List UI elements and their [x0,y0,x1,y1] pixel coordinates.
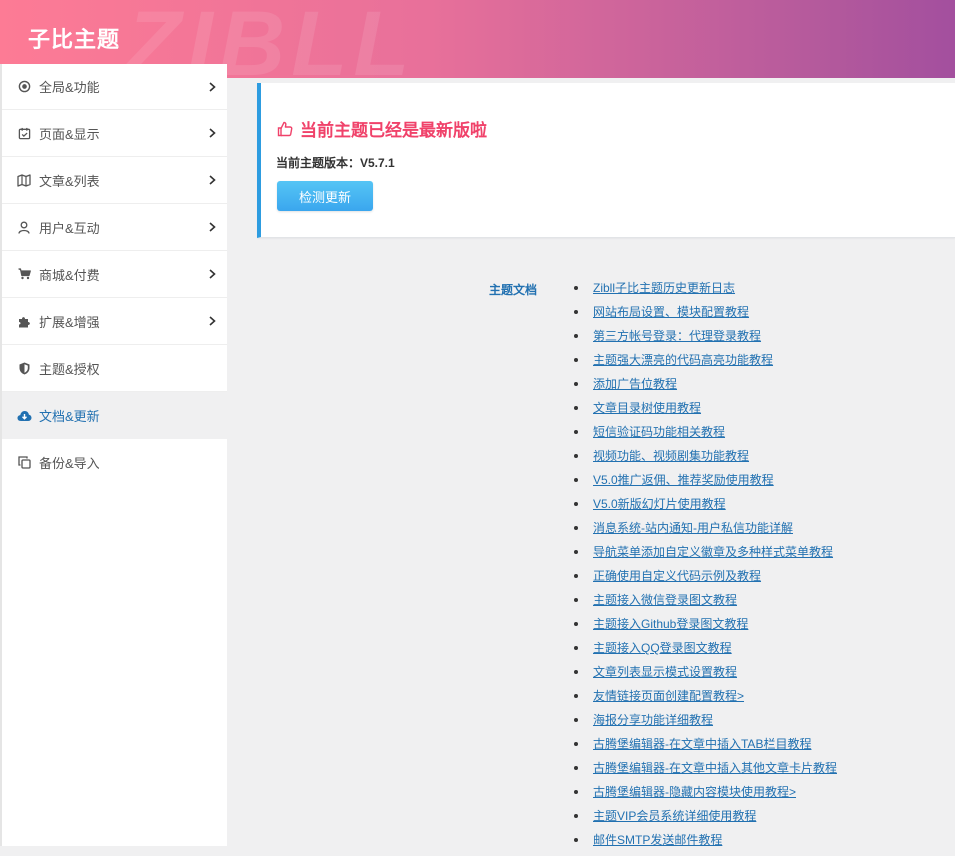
sidebar-item-users[interactable]: 用户&互动 [2,204,227,251]
chevron-right-icon [207,267,217,281]
sidebar: 全局&功能 页面&显示 文章&列表 用户&互动 商城&付费 扩展&增强 主题&授… [0,64,227,846]
thumbs-up-icon [277,121,293,136]
doc-link[interactable]: 视频功能、视频剧集功能教程 [593,449,749,463]
doc-link[interactable]: 主题接入QQ登录图文教程 [593,641,732,655]
docs-link-list: Zibll子比主题历史更新日志 网站布局设置、模块配置教程 第三方帐号登录：代理登录… [574,280,837,856]
sidebar-item-label: 商城&付费 [39,267,100,283]
chevron-right-icon [207,173,217,187]
sidebar-item-label: 用户&互动 [39,220,100,236]
update-status-text: 当前主题已经是最新版啦 [300,121,487,140]
target-icon [16,79,32,95]
app-title: 子比主题 [28,27,121,52]
doc-link[interactable]: 海报分享功能详细教程 [593,713,713,727]
sidebar-item-label: 文章&列表 [39,173,100,189]
chevron-right-icon [207,126,217,140]
update-status: 当前主题已经是最新版啦 [277,116,487,141]
doc-link[interactable]: 主题接入Github登录图文教程 [593,617,748,631]
sidebar-item-posts[interactable]: 文章&列表 [2,157,227,204]
main-content: 当前主题已经是最新版啦 当前主题版本：V5.7.1 检测更新 主题文档 Zibl… [228,78,955,847]
list-item: 导航菜单添加自定义徽章及多种样式菜单教程 [574,544,837,568]
list-item: 友情链接页面创建配置教程> [574,688,837,712]
puzzle-icon [16,313,32,329]
list-item: 古腾堡编辑器-在文章中插入其他文章卡片教程 [574,760,837,784]
sidebar-item-label: 全局&功能 [39,80,100,95]
cart-icon [16,266,32,282]
sidebar-item-label: 备份&导入 [39,456,100,471]
doc-link[interactable]: 网站布局设置、模块配置教程 [593,305,749,319]
list-item: Zibll子比主题历史更新日志 [574,280,837,304]
list-item: 网站布局设置、模块配置教程 [574,304,837,328]
doc-link[interactable]: 主题强大漂亮的代码高亮功能教程 [593,353,773,367]
doc-link[interactable]: 导航菜单添加自定义徽章及多种样式菜单教程 [593,545,833,559]
doc-link[interactable]: 文章列表显示模式设置教程 [593,665,737,679]
doc-link[interactable]: 主题VIP会员系统详细使用教程 [593,809,756,823]
chevron-right-icon [207,314,217,328]
doc-link[interactable]: 古腾堡编辑器-在文章中插入TAB栏目教程 [593,737,811,751]
list-item: 消息系统-站内通知-用户私信功能详解 [574,520,837,544]
doc-link[interactable]: 主题接入微信登录图文教程 [593,593,737,607]
doc-link[interactable]: V5.0推广返佣、推荐奖励使用教程 [593,473,774,487]
list-item: 主题接入Github登录图文教程 [574,616,837,640]
map-icon [16,172,32,188]
doc-link[interactable]: 古腾堡编辑器-在文章中插入其他文章卡片教程 [593,761,837,775]
list-item: 短信验证码功能相关教程 [574,424,837,448]
shield-icon [16,360,32,376]
chevron-right-icon [207,80,217,94]
chevron-right-icon [207,220,217,234]
list-item: 主题VIP会员系统详细使用教程 [574,808,837,832]
doc-link[interactable]: 第三方帐号登录：代理登录教程 [593,329,761,343]
sidebar-item-label: 文档&更新 [39,409,100,424]
list-item: 主题强大漂亮的代码高亮功能教程 [574,352,837,376]
list-item: V5.0新版幻灯片使用教程 [574,496,837,520]
sidebar-item-shop[interactable]: 商城&付费 [2,251,227,298]
sidebar-item-label: 主题&授权 [39,361,100,377]
sidebar-item-global[interactable]: 全局&功能 [2,64,227,110]
calendar-check-icon [16,125,32,141]
doc-link[interactable]: 消息系统-站内通知-用户私信功能详解 [593,521,793,535]
list-item: 文章列表显示模式设置教程 [574,664,837,688]
sidebar-item-docs[interactable]: 文档&更新 [2,392,227,439]
sidebar-item-label: 页面&显示 [39,126,100,142]
update-notice: 当前主题已经是最新版啦 当前主题版本：V5.7.1 检测更新 [257,83,955,238]
doc-link[interactable]: V5.0新版幻灯片使用教程 [593,497,726,511]
list-item: 正确使用自定义代码示例及教程 [574,568,837,592]
doc-link[interactable]: 古腾堡编辑器-隐藏内容模块使用教程> [593,785,796,799]
list-item: 海报分享功能详细教程 [574,712,837,736]
copy-icon [16,455,32,471]
list-item: 第三方帐号登录：代理登录教程 [574,328,837,352]
list-item: 主题接入QQ登录图文教程 [574,640,837,664]
theme-version: 当前主题版本：V5.7.1 [276,156,395,170]
sidebar-item-backup[interactable]: 备份&导入 [2,439,227,486]
sidebar-item-license[interactable]: 主题&授权 [2,345,227,392]
sidebar-item-page[interactable]: 页面&显示 [2,110,227,157]
list-item: 邮件SMTP发送邮件教程 [574,832,837,856]
sidebar-item-extensions[interactable]: 扩展&增强 [2,298,227,345]
list-item: 文章目录树使用教程 [574,400,837,424]
list-item: 古腾堡编辑器-隐藏内容模块使用教程> [574,784,837,808]
list-item: 主题接入微信登录图文教程 [574,592,837,616]
sidebar-item-label: 扩展&增强 [39,314,100,330]
cloud-download-icon [16,408,32,424]
doc-link[interactable]: 短信验证码功能相关教程 [593,425,725,439]
check-update-button[interactable]: 检测更新 [277,181,373,211]
doc-link[interactable]: 添加广告位教程 [593,377,677,391]
user-icon [16,219,32,235]
list-item: 古腾堡编辑器-在文章中插入TAB栏目教程 [574,736,837,760]
doc-link[interactable]: 文章目录树使用教程 [593,401,701,415]
doc-link[interactable]: 正确使用自定义代码示例及教程 [593,569,761,583]
list-item: V5.0推广返佣、推荐奖励使用教程 [574,472,837,496]
list-item: 视频功能、视频剧集功能教程 [574,448,837,472]
list-item: 添加广告位教程 [574,376,837,400]
doc-link[interactable]: 友情链接页面创建配置教程> [593,689,744,703]
doc-link[interactable]: 邮件SMTP发送邮件教程 [593,833,722,847]
docs-heading: 主题文档 [489,283,538,297]
doc-link[interactable]: Zibll子比主题历史更新日志 [593,281,735,295]
